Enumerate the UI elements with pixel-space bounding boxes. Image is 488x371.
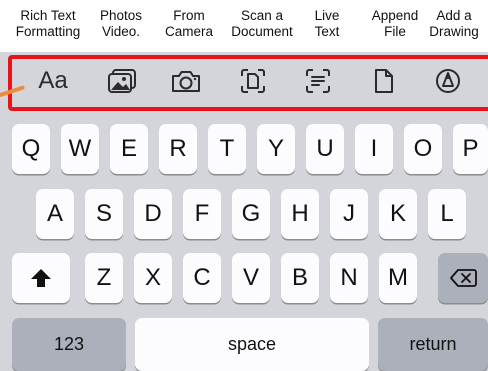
key-f[interactable]: F: [183, 189, 221, 239]
key-d[interactable]: D: [134, 189, 172, 239]
key-z[interactable]: Z: [85, 253, 123, 303]
key-t[interactable]: T: [208, 124, 246, 174]
key-m[interactable]: M: [379, 253, 417, 303]
key-s[interactable]: S: [85, 189, 123, 239]
key-c[interactable]: C: [183, 253, 221, 303]
key-g[interactable]: G: [232, 189, 270, 239]
key-q[interactable]: Q: [12, 124, 50, 174]
key-n[interactable]: N: [330, 253, 368, 303]
toolbar-highlight-box: [8, 55, 488, 111]
key-x[interactable]: X: [134, 253, 172, 303]
key-e[interactable]: E: [110, 124, 148, 174]
key-b[interactable]: B: [281, 253, 319, 303]
key-l[interactable]: L: [428, 189, 466, 239]
key-o[interactable]: O: [404, 124, 442, 174]
key-p[interactable]: P: [453, 124, 488, 174]
caption-drawing: Add a Drawing: [429, 8, 479, 39]
key-a[interactable]: A: [36, 189, 74, 239]
key-r[interactable]: R: [159, 124, 197, 174]
key-y[interactable]: Y: [257, 124, 295, 174]
feature-captions: Rich Text Formatting Photos Video. From …: [0, 0, 488, 50]
space-key[interactable]: space: [135, 318, 369, 371]
key-v[interactable]: V: [232, 253, 270, 303]
caption-photos: Photos Video.: [99, 8, 143, 39]
key-u[interactable]: U: [306, 124, 344, 174]
key-h[interactable]: H: [281, 189, 319, 239]
delete-key[interactable]: [438, 253, 488, 303]
key-k[interactable]: K: [379, 189, 417, 239]
delete-backspace-icon: [450, 269, 477, 287]
caption-live-text: Live Text: [314, 8, 340, 39]
key-w[interactable]: W: [61, 124, 99, 174]
key-i[interactable]: I: [355, 124, 393, 174]
shift-key[interactable]: [12, 253, 70, 303]
caption-rich-text: Rich Text Formatting: [15, 8, 81, 39]
return-key[interactable]: return: [378, 318, 488, 371]
numbers-key[interactable]: 123: [12, 318, 126, 371]
shift-arrow-icon: [31, 269, 51, 287]
key-j[interactable]: J: [330, 189, 368, 239]
caption-camera: From Camera: [164, 8, 213, 39]
